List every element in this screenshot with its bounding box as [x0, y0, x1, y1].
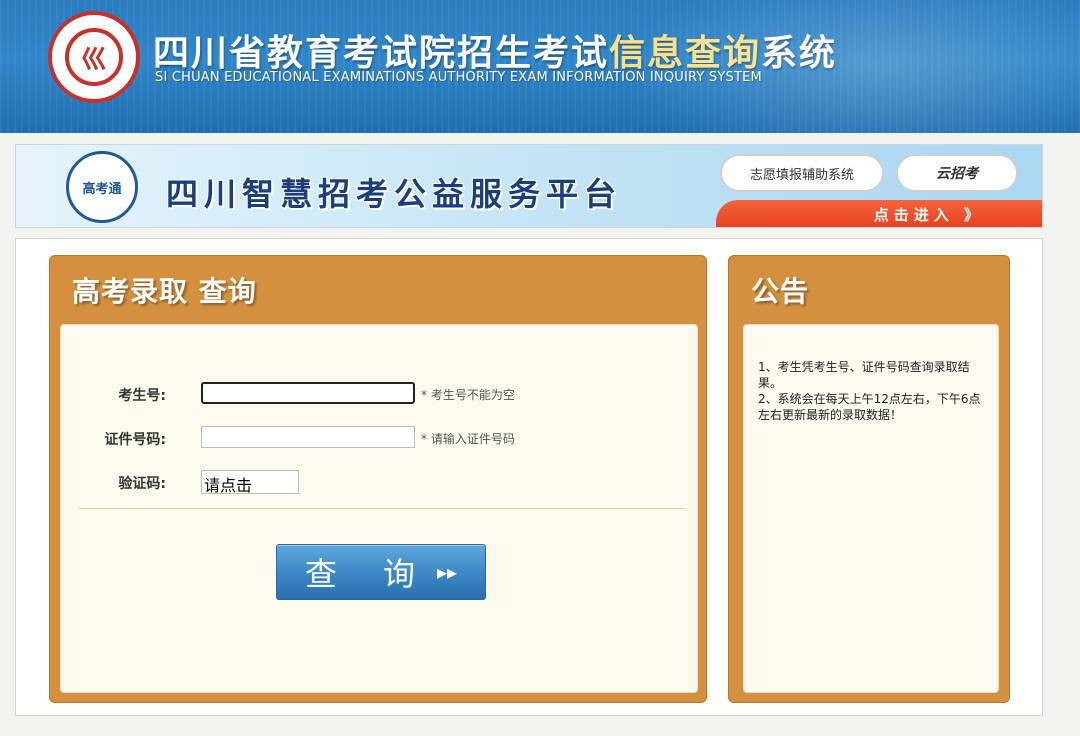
notice-panel: 公告 1、考生凭考生号、证件号码查询录取结果。 2、系统会在每天上午12点左右，…: [728, 255, 1010, 703]
captcha-row: 验证码: 请点击: [61, 470, 681, 496]
notice-text: 1、考生凭考生号、证件号码查询录取结果。 2、系统会在每天上午12点左右，下午6…: [758, 359, 988, 423]
main-content: 高考录取 查询 考生号: * 考生号不能为空 证件号码: * 请输入证件号码 验…: [15, 238, 1043, 716]
click-enter-button[interactable]: 点击进入 》: [716, 200, 1042, 227]
banner-title: 四川智慧招考公益服务平台: [166, 175, 623, 213]
exam-no-hint: * 考生号不能为空: [421, 388, 515, 402]
captcha-input[interactable]: 请点击: [201, 470, 299, 495]
notice-line: 1、考生凭考生号、证件号码查询录取结果。: [758, 360, 970, 390]
id-number-hint: * 请输入证件号码: [421, 432, 515, 446]
id-number-input[interactable]: [201, 426, 415, 448]
notice-panel-title: 公告: [751, 275, 810, 308]
smart-exam-banner[interactable]: 高考通 四川智慧招考公益服务平台 志愿填报辅助系统 云招考 点击进入 》: [15, 144, 1043, 228]
site-header: 巛 四川省教育考试院招生考试信息查询系统 SI CHUAN EDUCATIONA…: [0, 0, 1080, 133]
seal-glyph: 巛: [80, 44, 107, 75]
captcha-label: 验证码:: [118, 476, 166, 492]
id-number-label: 证件号码:: [104, 432, 166, 448]
double-chevron-right-icon: ▸▸: [437, 560, 458, 584]
id-number-row: 证件号码: * 请输入证件号码: [61, 426, 681, 452]
notice-line: 2、系统会在每天上午12点左右，下午6点左右更新最新的录取数据！: [758, 392, 981, 422]
query-submit-label: 查 询: [304, 555, 434, 593]
gaokaotong-logo-icon: 高考通: [66, 151, 138, 223]
exam-no-row: 考生号: * 考生号不能为空: [61, 382, 681, 408]
site-title: 四川省教育考试院招生考试信息查询系统: [153, 33, 838, 74]
query-form: 考生号: * 考生号不能为空 证件号码: * 请输入证件号码 验证码: 请点击 …: [60, 324, 698, 693]
exam-no-input[interactable]: [201, 382, 415, 404]
exam-authority-seal-icon: 巛: [48, 11, 140, 103]
yunzhaokao-button[interactable]: 云招考: [896, 154, 1018, 192]
admission-query-panel: 高考录取 查询 考生号: * 考生号不能为空 证件号码: * 请输入证件号码 验…: [49, 255, 707, 703]
form-divider: [79, 508, 685, 509]
query-panel-title: 高考录取 查询: [72, 275, 257, 308]
notice-body: 1、考生凭考生号、证件号码查询录取结果。 2、系统会在每天上午12点左右，下午6…: [743, 324, 999, 693]
volunteer-system-button[interactable]: 志愿填报辅助系统: [720, 154, 884, 192]
query-submit-button[interactable]: 查 询 ▸▸: [276, 544, 486, 600]
site-subtitle-en: SI CHUAN EDUCATIONAL EXAMINATIONS AUTHOR…: [155, 70, 762, 85]
exam-no-label: 考生号:: [118, 388, 166, 404]
